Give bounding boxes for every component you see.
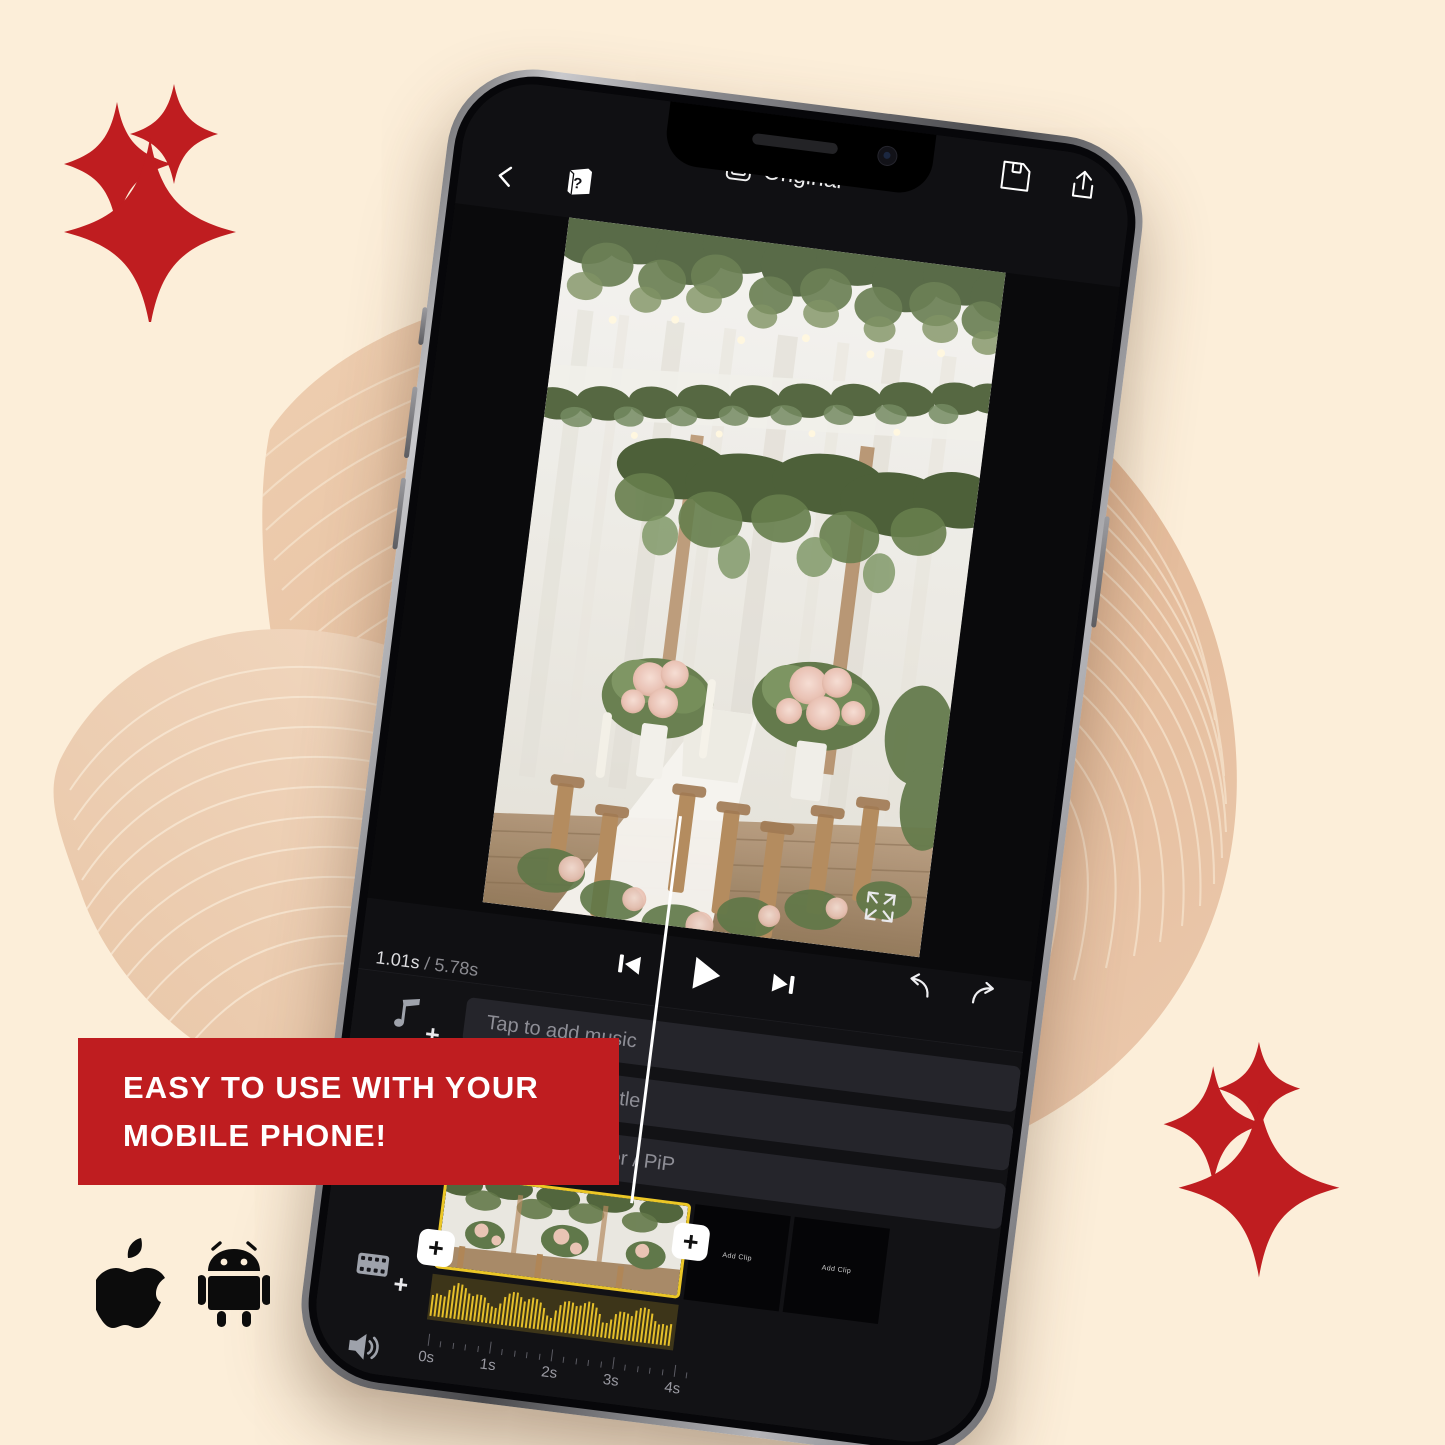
ruler-tick xyxy=(452,1342,454,1349)
export-button[interactable] xyxy=(1064,166,1103,209)
ruler-tick xyxy=(661,1369,664,1376)
sparkle-cluster-bottom-right xyxy=(1158,1030,1373,1280)
earpiece-speaker xyxy=(751,132,839,155)
transition-plus-label: + xyxy=(681,1225,701,1258)
fullscreen-expand-icon xyxy=(864,891,896,923)
undo-arrow-icon xyxy=(910,973,929,998)
ruler-tick xyxy=(599,1361,602,1368)
time-separator: / xyxy=(423,953,431,974)
ruler-label: 3s xyxy=(601,1370,620,1390)
add-music-button[interactable]: + xyxy=(383,993,441,1050)
add-music-icon xyxy=(394,999,421,1027)
ruler-tick xyxy=(513,1350,516,1357)
transition-add-left[interactable]: + xyxy=(415,1227,457,1269)
play-button[interactable] xyxy=(687,954,726,999)
transition-add-right[interactable]: + xyxy=(670,1221,711,1262)
waveform-bar xyxy=(667,1324,673,1347)
promo-banner-line-1: EASY TO USE WITH YOUR xyxy=(123,1070,539,1106)
plus-badge: + xyxy=(391,1270,410,1300)
ruler-label: 4s xyxy=(663,1378,682,1398)
video-preview-area[interactable] xyxy=(367,203,1120,982)
clip-thumbnail xyxy=(436,1172,689,1296)
apple-logo-icon xyxy=(96,1238,165,1328)
ruler-tick xyxy=(489,1341,492,1354)
skip-next-button[interactable] xyxy=(769,969,799,1003)
volume-button[interactable] xyxy=(341,1324,392,1375)
video-clip-3[interactable]: Add Clip xyxy=(782,1216,890,1324)
ruler-tick xyxy=(673,1364,677,1377)
poster-canvas: ? Original xyxy=(0,0,1445,1445)
current-time: 1.01s xyxy=(374,947,421,973)
ruler-tick xyxy=(538,1353,541,1360)
export-upload-icon xyxy=(1071,170,1094,199)
skip-previous-icon xyxy=(618,953,642,975)
tool-filter[interactable]: Filter xyxy=(410,1400,510,1445)
ruler-tick xyxy=(550,1349,554,1362)
help-book-icon: ? xyxy=(567,168,593,195)
playback-controls xyxy=(613,944,799,1007)
undo-button[interactable] xyxy=(900,971,936,1008)
ruler-tick xyxy=(476,1345,479,1353)
promo-banner-line-2: MOBILE PHONE! xyxy=(123,1117,388,1153)
filter-circles-icon xyxy=(444,1406,479,1441)
redo-arrow-icon xyxy=(971,981,994,1004)
redo-button[interactable] xyxy=(966,980,1002,1017)
history-controls xyxy=(900,971,1001,1016)
ruler-tick xyxy=(649,1367,651,1374)
clip-2-label: Add Clip xyxy=(721,1252,753,1263)
ruler-label: 1s xyxy=(478,1355,497,1375)
help-button[interactable]: ? xyxy=(563,163,597,199)
ruler-tick xyxy=(427,1333,431,1346)
scissors-icon xyxy=(644,1433,663,1445)
ruler-tick xyxy=(587,1359,590,1367)
ruler-tick xyxy=(464,1344,467,1351)
total-time: 5.78s xyxy=(433,954,480,981)
video-canvas[interactable] xyxy=(482,217,1006,958)
save-floppy-icon xyxy=(1000,160,1031,192)
template-reel-icon xyxy=(349,1395,381,1431)
wedding-venue-photo xyxy=(482,217,1006,958)
platform-badges xyxy=(96,1238,270,1330)
ruler-tick xyxy=(636,1366,639,1373)
ruler-tick xyxy=(575,1358,578,1365)
ruler-tick xyxy=(439,1341,442,1348)
play-icon xyxy=(692,956,721,989)
speed-gauge-icon xyxy=(542,1422,573,1445)
add-clip-button[interactable]: + xyxy=(351,1243,410,1300)
ruler-tick xyxy=(562,1356,565,1363)
tool-template-label: Template xyxy=(326,1440,397,1445)
transition-plus-label: + xyxy=(426,1231,446,1264)
fullscreen-button[interactable] xyxy=(861,888,899,926)
promo-banner: EASY TO USE WITH YOUR MOBILE PHONE! xyxy=(78,1038,619,1185)
front-camera xyxy=(876,144,899,168)
clip-3-label: Add Clip xyxy=(821,1264,852,1276)
add-clip-filmstrip-icon xyxy=(356,1252,390,1277)
tool-template[interactable]: Template xyxy=(315,1388,415,1445)
chevron-left-icon xyxy=(498,166,513,187)
waveform-bar xyxy=(548,1317,553,1331)
tool-speed[interactable]: Speed xyxy=(505,1412,605,1445)
smartphone-mockup: ? Original xyxy=(291,59,1153,1445)
save-button[interactable] xyxy=(996,157,1035,200)
ruler-tick xyxy=(685,1372,688,1379)
ruler-tick xyxy=(526,1352,528,1359)
ruler-label: 2s xyxy=(540,1363,559,1383)
ruler-tick xyxy=(612,1357,615,1370)
topbar-actions xyxy=(996,157,1102,208)
ruler-label: 0s xyxy=(417,1347,436,1367)
ruler-tick xyxy=(624,1364,627,1371)
ruler-tick xyxy=(501,1349,504,1356)
trim-brackets-icon xyxy=(725,1439,770,1445)
android-robot-icon xyxy=(198,1241,270,1327)
sparkle-cluster-top-left xyxy=(58,72,288,328)
back-button[interactable] xyxy=(491,162,520,191)
skip-next-icon xyxy=(771,973,795,994)
skip-previous-button[interactable] xyxy=(614,949,644,983)
volume-speaker-icon xyxy=(348,1333,379,1360)
